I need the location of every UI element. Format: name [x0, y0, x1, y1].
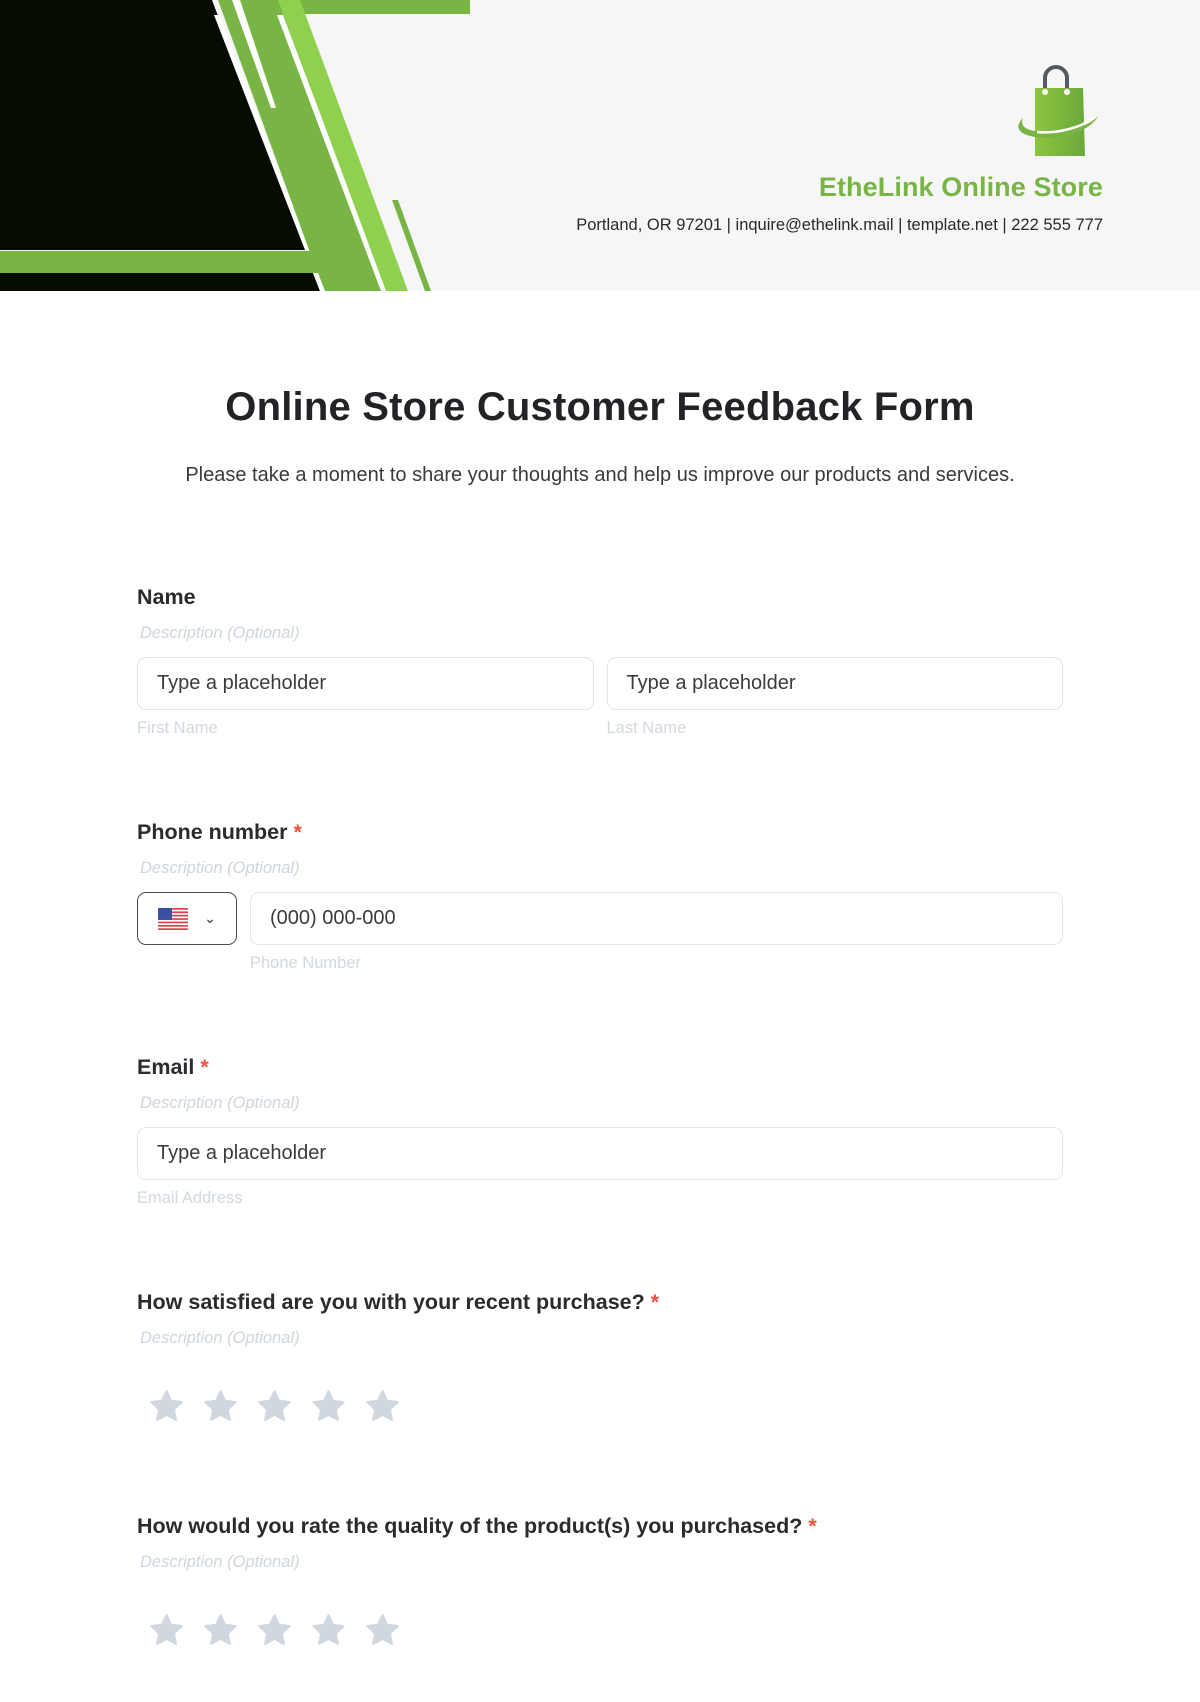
field-description: Description (Optional) — [140, 1094, 300, 1112]
star-icon[interactable] — [147, 1612, 186, 1649]
star-icon[interactable] — [363, 1612, 402, 1649]
last-name-input[interactable]: Type a placeholder — [606, 657, 1063, 710]
field-label: How would you rate the quality of the pr… — [137, 1514, 817, 1538]
required-asterisk: * — [650, 1290, 660, 1314]
field-description: Description (Optional) — [140, 859, 300, 877]
field-name: Name Description (Optional) Type a place… — [137, 585, 1063, 738]
field-label: How satisfied are you with your recent p… — [137, 1290, 660, 1314]
header-banner: EtheLink Online Store Portland, OR 97201… — [0, 0, 1200, 291]
star-icon[interactable] — [363, 1388, 402, 1425]
us-flag-icon — [158, 907, 189, 930]
phone-number-input[interactable]: (000) 000-000 — [250, 892, 1063, 945]
field-description: Description (Optional) — [140, 624, 300, 642]
header-decoration — [0, 0, 470, 291]
field-email: Email * Description (Optional) Type a pla… — [137, 1055, 1063, 1208]
field-quality-rating: How would you rate the quality of the pr… — [137, 1514, 1063, 1649]
field-label: Phone number * — [137, 820, 302, 844]
first-name-sublabel: First Name — [137, 719, 218, 737]
star-icon[interactable] — [147, 1388, 186, 1425]
form-title: Online Store Customer Feedback Form — [225, 385, 975, 429]
field-label: Name — [137, 585, 196, 609]
star-icon[interactable] — [201, 1388, 240, 1425]
required-asterisk: * — [200, 1055, 209, 1079]
star-rating[interactable] — [147, 1612, 1063, 1649]
field-label: Email * — [137, 1055, 209, 1079]
chevron-down-icon: ⌄ — [204, 910, 216, 926]
field-description: Description (Optional) — [140, 1329, 300, 1347]
star-icon[interactable] — [201, 1612, 240, 1649]
last-name-sublabel: Last Name — [606, 719, 687, 737]
email-sublabel: Email Address — [137, 1189, 243, 1207]
first-name-input[interactable]: Type a placeholder — [137, 657, 594, 710]
field-phone: Phone number * Description (Optional) ⌄ (… — [137, 820, 1063, 973]
brand-block: EtheLink Online Store Portland, OR 97201… — [576, 62, 1103, 235]
field-description: Description (Optional) — [140, 1553, 300, 1571]
star-icon[interactable] — [255, 1612, 294, 1649]
star-rating[interactable] — [147, 1388, 1063, 1425]
required-asterisk: * — [808, 1514, 817, 1538]
store-name: EtheLink Online Store — [818, 172, 1103, 202]
required-asterisk: * — [293, 820, 302, 844]
form-subtitle: Please take a moment to share your thoug… — [185, 464, 1015, 486]
feedback-form: Online Store Customer Feedback Form Plea… — [137, 385, 1063, 494]
country-code-select[interactable]: ⌄ — [137, 892, 237, 945]
phone-number-sublabel: Phone Number — [250, 954, 361, 972]
star-icon[interactable] — [309, 1612, 348, 1649]
star-icon[interactable] — [309, 1388, 348, 1425]
shopping-bag-icon — [1018, 65, 1099, 156]
email-input[interactable]: Type a placeholder — [137, 1127, 1063, 1180]
field-satisfaction-rating: How satisfied are you with your recent p… — [137, 1290, 1063, 1425]
star-icon[interactable] — [255, 1388, 294, 1425]
green-horizontal-band — [0, 251, 322, 273]
contact-info: Portland, OR 97201 | inquire@ethelink.ma… — [576, 216, 1103, 234]
